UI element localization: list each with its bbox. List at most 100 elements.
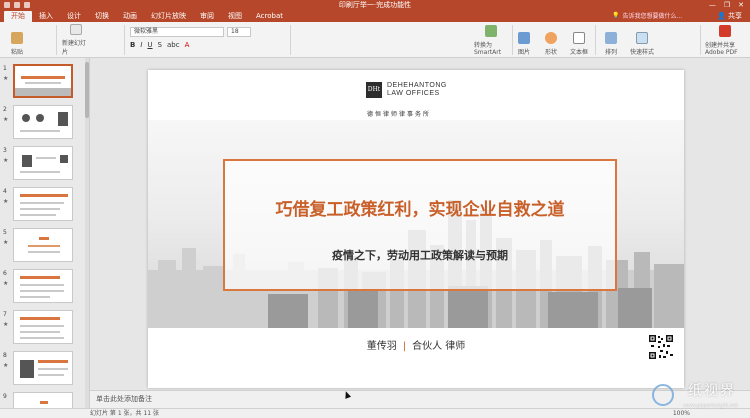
- smartart-button[interactable]: 转换为SmartArt: [474, 24, 508, 56]
- thumb-photo: [58, 112, 68, 126]
- tab-acrobat[interactable]: Acrobat: [249, 11, 290, 22]
- shapes-button[interactable]: 形状: [543, 24, 559, 56]
- slide-number: 1: [3, 65, 7, 72]
- font-color-icon[interactable]: A: [185, 41, 190, 49]
- slide-thumbnail[interactable]: [13, 310, 73, 344]
- thumbnail-row[interactable]: 4 ★: [0, 185, 89, 223]
- thumb-text-bar: [20, 202, 64, 204]
- tab-insert[interactable]: 插入: [32, 11, 60, 22]
- restore-icon[interactable]: ❐: [724, 1, 730, 9]
- thumb-title-bar: [20, 194, 68, 197]
- quick-styles-button[interactable]: 快速样式: [630, 24, 654, 56]
- thumb-text-bar: [28, 251, 60, 253]
- thumb-text-bar: [20, 290, 64, 292]
- tab-animations[interactable]: 动画: [116, 11, 144, 22]
- slide-thumbnail[interactable]: [13, 351, 73, 385]
- arrange-button[interactable]: 排列: [603, 24, 619, 56]
- thumbnail-row[interactable]: 6 ★: [0, 267, 89, 305]
- font-name-field[interactable]: 微软雅黑: [130, 27, 224, 37]
- status-bar: 幻灯片 第 1 张，共 11 张 100%: [0, 408, 750, 418]
- create-pdf-button[interactable]: 创建并共享Adobe PDF: [705, 24, 745, 56]
- tab-transitions[interactable]: 切换: [88, 11, 116, 22]
- slide-thumbnails-pane[interactable]: 1 ★ 2 ★ 3 ★ 4 ★ 5 ★ 6 ★ 7 ★ 8 ★ 9: [0, 58, 90, 408]
- animation-star-icon: ★: [3, 75, 9, 82]
- italic-icon[interactable]: I: [140, 41, 142, 49]
- share-icon: 👤: [717, 12, 726, 20]
- thumbnail-row[interactable]: 8 ★: [0, 349, 89, 387]
- slide-title[interactable]: 巧借复工政策红利，实现企业自救之道: [225, 195, 615, 220]
- thumb-text-bar: [20, 331, 60, 333]
- thumbnail-row[interactable]: 7 ★: [0, 308, 89, 346]
- paste-button[interactable]: 粘贴: [6, 24, 28, 56]
- thumbnails-scrollbar[interactable]: [85, 58, 89, 408]
- picture-button[interactable]: 图片: [516, 24, 532, 56]
- tab-slideshow[interactable]: 幻灯片放映: [144, 11, 193, 22]
- thumb-text-bar: [38, 374, 64, 376]
- divider: [124, 25, 125, 55]
- animation-star-icon: ★: [3, 321, 9, 328]
- slide-thumbnail[interactable]: [13, 228, 73, 262]
- slide-thumbnail[interactable]: [13, 105, 73, 139]
- thumb-text-bar: [36, 157, 56, 159]
- slide-subtitle[interactable]: 疫情之下，劳动用工政策解读与预期: [225, 247, 615, 263]
- notes-placeholder: 单击此处添加备注: [96, 395, 152, 403]
- smartart-icon: [485, 25, 497, 37]
- close-icon[interactable]: ✕: [738, 1, 744, 9]
- thumb-text-bar: [25, 82, 61, 84]
- thumb-text-bar: [20, 171, 60, 173]
- slide-thumbnail[interactable]: [13, 269, 73, 303]
- quick-styles-label: 快速样式: [630, 49, 655, 56]
- qr-code-icon: [648, 334, 674, 360]
- slide-thumbnail[interactable]: [13, 146, 73, 180]
- textbox-button[interactable]: 文本框: [568, 24, 590, 56]
- underline-icon[interactable]: U: [147, 41, 152, 49]
- shapes-icon: [545, 32, 557, 44]
- firm-logo: DHt DEHEHANTONG LAW OFFICES: [366, 82, 447, 98]
- divider: [56, 25, 57, 55]
- new-slide-label: 新建幻灯片: [62, 40, 87, 56]
- divider: [512, 25, 513, 55]
- paste-label: 粘贴: [10, 49, 23, 56]
- window-controls: — ❐ ✕: [709, 1, 744, 9]
- slide-thumbnail[interactable]: [13, 392, 73, 408]
- bold-icon[interactable]: B: [130, 41, 135, 49]
- thumb-title-bar: [20, 276, 60, 279]
- share-label: 共享: [728, 12, 742, 20]
- firm-name-en-sub: LAW OFFICES: [387, 90, 440, 97]
- tab-design[interactable]: 设计: [60, 11, 88, 22]
- share-button[interactable]: 👤 共享: [717, 11, 742, 21]
- slide-thumbnail[interactable]: [13, 64, 73, 98]
- divider: [595, 25, 596, 55]
- tell-me-text: 告诉我您想要做什么...: [622, 13, 683, 20]
- firm-name-cn: 德恒律师律事务所: [367, 111, 432, 118]
- thumb-text-bar: [20, 296, 50, 298]
- minimize-icon[interactable]: —: [709, 1, 716, 9]
- font-size-field[interactable]: 18: [227, 27, 251, 37]
- strike-icon[interactable]: abc: [167, 41, 180, 49]
- thumb-text-bar: [20, 208, 60, 210]
- presenter-line[interactable]: 董传羽 | 合伙人 律师: [148, 337, 684, 352]
- thumbnail-row[interactable]: 3 ★: [0, 144, 89, 182]
- animation-star-icon: ★: [3, 280, 9, 287]
- slide-canvas[interactable]: DHt DEHEHANTONG LAW OFFICES 德恒律师律事务所 巧借复…: [148, 70, 684, 388]
- title-frame[interactable]: 巧借复工政策红利，实现企业自救之道 疫情之下，劳动用工政策解读与预期: [223, 159, 617, 291]
- thumbnail-row[interactable]: 9: [0, 390, 89, 408]
- adobe-pdf-icon: [719, 25, 731, 37]
- new-slide-icon: [70, 24, 82, 35]
- logo-mark: DHt: [366, 82, 382, 98]
- tab-view[interactable]: 视图: [221, 11, 249, 22]
- slide-number: 9: [3, 393, 7, 400]
- scrollbar-thumb[interactable]: [85, 62, 89, 118]
- slide-thumbnail[interactable]: [13, 187, 73, 221]
- thumbnail-row[interactable]: 2 ★: [0, 103, 89, 141]
- tell-me-search[interactable]: 💡 告诉我您想要做什么...: [612, 11, 682, 20]
- thumbnail-row[interactable]: 1 ★: [0, 62, 89, 100]
- logo-text: DEHEHANTONG LAW OFFICES: [387, 82, 447, 97]
- thumbnail-row[interactable]: 5 ★: [0, 226, 89, 264]
- slide-number: 2: [3, 106, 7, 113]
- shadow-icon[interactable]: S: [158, 41, 162, 49]
- picture-icon: [518, 32, 530, 44]
- new-slide-button[interactable]: 新建幻灯片: [62, 24, 90, 56]
- tab-review[interactable]: 审阅: [193, 11, 221, 22]
- tab-home[interactable]: 开始: [4, 11, 32, 22]
